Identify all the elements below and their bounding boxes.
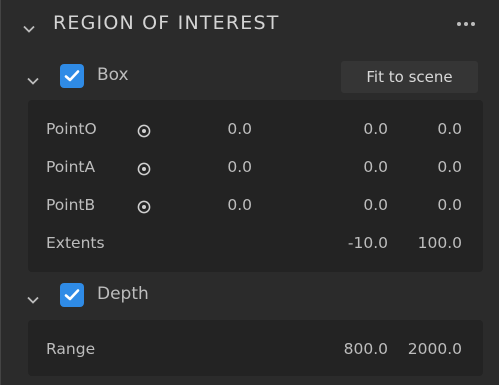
point-a-z-field[interactable]: 0.0	[402, 158, 462, 176]
panel-title: REGION OF INTEREST	[53, 12, 280, 34]
region-of-interest-panel: REGION OF INTEREST Box Fit to scene Poin…	[0, 0, 499, 385]
chevron-down-icon[interactable]	[27, 71, 39, 90]
point-a-x-field[interactable]: 0.0	[192, 158, 252, 176]
extents-label: Extents	[46, 234, 105, 252]
chevron-down-icon[interactable]	[23, 19, 35, 38]
box-checkbox[interactable]	[60, 64, 84, 88]
extents-max-field[interactable]: 100.0	[402, 234, 462, 252]
point-b-y-field[interactable]: 0.0	[328, 196, 388, 214]
target-icon[interactable]	[137, 123, 151, 138]
box-properties: PointO 0.0 0.0 0.0 PointA 0.0 0.0 0.0 Po…	[28, 100, 483, 272]
depth-checkbox[interactable]	[60, 283, 84, 307]
point-o-z-field[interactable]: 0.0	[402, 120, 462, 138]
chevron-down-icon[interactable]	[27, 290, 39, 309]
depth-label: Depth	[97, 284, 149, 304]
range-max-field[interactable]: 2000.0	[402, 340, 462, 358]
depth-properties: Range 800.0 2000.0	[28, 320, 483, 376]
point-a-y-field[interactable]: 0.0	[328, 158, 388, 176]
box-label: Box	[97, 65, 129, 85]
depth-section-header: Depth	[1, 274, 499, 318]
point-b-z-field[interactable]: 0.0	[402, 196, 462, 214]
point-b-x-field[interactable]: 0.0	[192, 196, 252, 214]
panel-header[interactable]: REGION OF INTEREST	[1, 0, 499, 50]
checkmark-icon	[64, 289, 80, 301]
more-dots-icon[interactable]	[457, 22, 475, 26]
point-a-label: PointA	[46, 158, 96, 176]
fit-to-scene-button[interactable]: Fit to scene	[341, 61, 478, 93]
point-o-x-field[interactable]: 0.0	[192, 120, 252, 138]
checkmark-icon	[64, 70, 80, 82]
range-label: Range	[46, 340, 96, 358]
range-min-field[interactable]: 800.0	[328, 340, 388, 358]
point-b-label: PointB	[46, 196, 96, 214]
point-o-label: PointO	[46, 120, 97, 138]
point-o-y-field[interactable]: 0.0	[328, 120, 388, 138]
target-icon[interactable]	[137, 199, 151, 214]
extents-min-field[interactable]: -10.0	[328, 234, 388, 252]
target-icon[interactable]	[137, 161, 151, 176]
